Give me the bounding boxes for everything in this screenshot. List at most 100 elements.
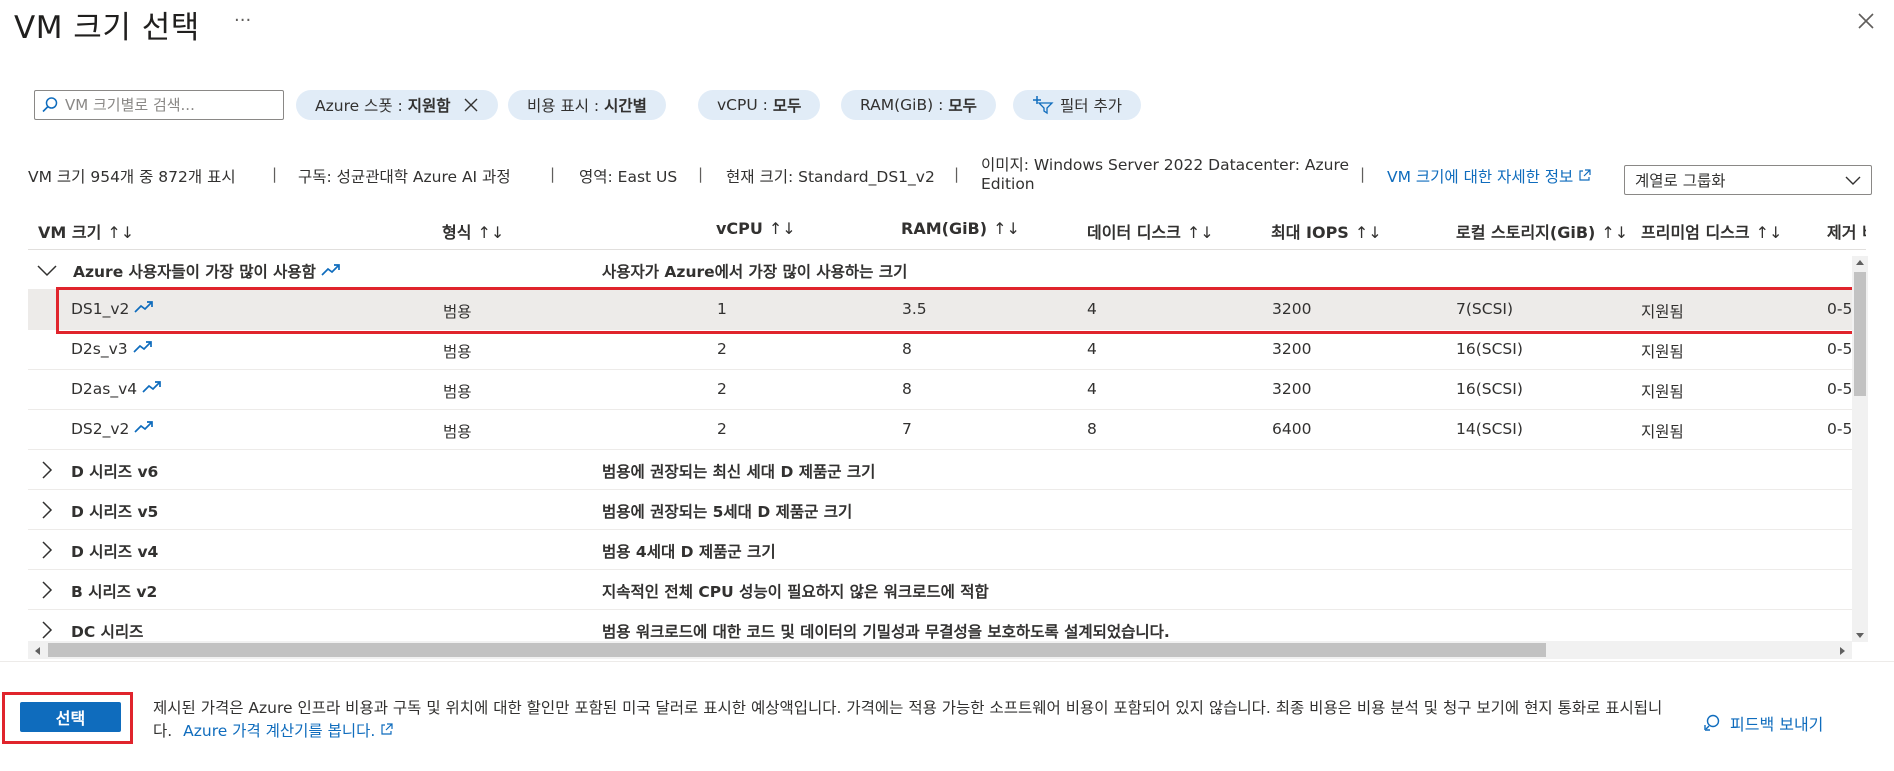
region: 영역: East US xyxy=(579,168,678,186)
more-options-button[interactable]: ··· xyxy=(234,10,251,31)
group-row-most-used[interactable]: Azure 사용자들이 가장 많이 사용함 사용자가 Azure에서 가장 많이… xyxy=(28,250,1854,290)
close-button[interactable] xyxy=(1853,8,1879,34)
cell-size: D2s_v3 xyxy=(71,340,153,358)
column-header-data-disks[interactable]: 데이터 디스크 ↑↓ xyxy=(1087,219,1214,243)
horizontal-scroll-thumb[interactable] xyxy=(48,643,1546,657)
filter-pill-label: RAM(GiB) : xyxy=(860,96,944,114)
footer-divider xyxy=(0,661,1894,662)
chevron-right-icon[interactable] xyxy=(36,460,56,480)
cell-extra: 0-5 xyxy=(1827,380,1853,398)
add-filter-button[interactable]: 필터 추가 xyxy=(1013,90,1141,120)
image-info: 이미지: Windows Server 2022 Datacenter: Azu… xyxy=(981,153,1349,193)
vm-size-grid: VM 크기 ↑↓ 형식 ↑↓ vCPU ↑↓ RAM(GiB) ↑↓ 데이터 디스크 ↑↓… xyxy=(28,208,1866,643)
remove-filter-icon[interactable] xyxy=(463,97,479,113)
trending-icon xyxy=(133,341,152,353)
cell-ram: 8 xyxy=(902,340,912,358)
filter-pill-spot[interactable]: Azure 스폿 : 지원함 xyxy=(296,90,498,120)
group-name: Azure 사용자들이 가장 많이 사용함 xyxy=(73,260,341,282)
cell-data-disks: 4 xyxy=(1087,300,1097,318)
send-feedback-link[interactable]: 피드백 보내기 xyxy=(1702,711,1823,735)
divider: | xyxy=(550,165,556,183)
divider: | xyxy=(954,165,960,183)
filter-pill-vcpu[interactable]: vCPU : 모두 xyxy=(698,90,821,120)
filter-pill-cost[interactable]: 비용 표시 : 시간별 xyxy=(508,90,666,120)
chevron-right-icon[interactable] xyxy=(36,540,56,560)
table-row-ds2-v2[interactable]: DS2_v2 범용 2 7 8 6400 14(SCSI) 지원됨 0-5 xyxy=(28,410,1854,450)
column-header-type[interactable]: 형식 ↑↓ xyxy=(442,219,504,243)
cell-vcpu: 2 xyxy=(717,420,727,438)
cell-ram: 8 xyxy=(902,380,912,398)
cell-local-storage: 7(SCSI) xyxy=(1456,300,1514,318)
image-info-line1: 이미지: Windows Server 2022 Datacenter: Azu… xyxy=(981,156,1350,174)
cell-max-iops: 3200 xyxy=(1272,300,1312,318)
select-button[interactable]: 선택 xyxy=(20,702,121,732)
group-description: 범용에 권장되는 최신 세대 D 제품군 크기 xyxy=(602,463,876,481)
feedback-label: 피드백 보내기 xyxy=(1730,715,1824,734)
cell-premium-disk: 지원됨 xyxy=(1641,423,1684,441)
chevron-right-icon[interactable] xyxy=(36,500,56,520)
scroll-left-icon[interactable] xyxy=(33,646,41,656)
price-calculator-link[interactable]: Azure 가격 계산기를 봅니다. xyxy=(183,722,393,740)
cell-vcpu: 2 xyxy=(717,340,727,358)
scroll-up-icon[interactable] xyxy=(1855,258,1865,266)
cell-extra: 0-5 xyxy=(1827,340,1853,358)
group-row-b-series-v2[interactable]: B 시리즈 v2 지속적인 전체 CPU 성능이 필요하지 않은 워크로드에 적… xyxy=(28,570,1854,610)
column-header-extra[interactable]: 제거 비 xyxy=(1827,219,1866,243)
current-size: 현재 크기: Standard_DS1_v2 xyxy=(726,168,935,186)
vm-count: VM 크기 954개 중 872개 표시 xyxy=(28,168,236,186)
group-name: D 시리즈 v6 xyxy=(71,463,159,481)
details-link-label: VM 크기에 대한 자세한 정보 xyxy=(1387,168,1574,186)
group-by-dropdown[interactable]: 계열로 그룹화 xyxy=(1624,165,1872,195)
column-header-local-storage[interactable]: 로컬 스토리지(GiB) ↑↓ xyxy=(1456,219,1628,243)
scroll-down-icon[interactable] xyxy=(1855,632,1865,640)
external-link-icon xyxy=(381,723,393,735)
cell-local-storage: 14(SCSI) xyxy=(1456,420,1523,438)
cell-local-storage: 16(SCSI) xyxy=(1456,380,1523,398)
cell-premium-disk: 지원됨 xyxy=(1641,303,1684,321)
chevron-right-icon[interactable] xyxy=(36,620,56,640)
dialog-title: VM 크기 선택 xyxy=(14,10,200,46)
cell-data-disks: 4 xyxy=(1087,340,1097,358)
chevron-down-icon[interactable] xyxy=(36,260,58,280)
chevron-down-icon xyxy=(1845,176,1861,185)
column-header-premium-disk[interactable]: 프리미엄 디스크 ↑↓ xyxy=(1641,219,1782,243)
scroll-right-icon[interactable] xyxy=(1839,646,1847,656)
column-header-ram[interactable]: RAM(GiB) ↑↓ xyxy=(901,219,1020,238)
column-header-vcpu[interactable]: vCPU ↑↓ xyxy=(716,219,796,238)
trending-icon xyxy=(321,264,341,276)
group-description: 지속적인 전체 CPU 성능이 필요하지 않은 워크로드에 적합 xyxy=(602,583,989,601)
group-row-d-series-v5[interactable]: D 시리즈 v5 범용에 권장되는 5세대 D 제품군 크기 xyxy=(28,490,1854,530)
image-info-line2: Edition xyxy=(981,175,1035,193)
vertical-scroll-thumb[interactable] xyxy=(1854,272,1866,396)
cell-data-disks: 8 xyxy=(1087,420,1097,438)
filter-pill-value: 지원함 xyxy=(407,97,451,115)
grid-header: VM 크기 ↑↓ 형식 ↑↓ vCPU ↑↓ RAM(GiB) ↑↓ 데이터 디스크 ↑↓… xyxy=(28,208,1866,250)
filter-pill-label: 비용 표시 : xyxy=(527,97,600,115)
trending-icon xyxy=(134,301,154,313)
group-row-dc-series[interactable]: DC 시리즈 범용 워크로드에 대한 코드 및 데이터의 기밀성과 무결성을 보… xyxy=(28,610,1854,643)
table-row-d2as-v4[interactable]: D2as_v4 범용 2 8 4 3200 16(SCSI) 지원됨 0-5 xyxy=(28,370,1854,410)
filter-pill-label: Azure 스폿 : xyxy=(315,97,403,115)
filter-pill-value: 시간별 xyxy=(604,97,647,115)
chevron-right-icon[interactable] xyxy=(36,580,56,600)
search-box[interactable] xyxy=(34,90,284,120)
group-row-d-series-v6[interactable]: D 시리즈 v6 범용에 권장되는 최신 세대 D 제품군 크기 xyxy=(28,450,1854,490)
cell-vcpu: 2 xyxy=(717,380,727,398)
divider: | xyxy=(698,165,704,183)
column-header-size[interactable]: VM 크기 ↑↓ xyxy=(38,219,134,243)
table-row-ds1-v2[interactable]: DS1_v2 범용 1 3.5 4 3200 7(SCSI) 지원됨 0-5 xyxy=(28,290,1854,330)
table-row-d2s-v3[interactable]: D2s_v3 범용 2 8 4 3200 16(SCSI) 지원됨 0-5 xyxy=(28,330,1854,370)
group-name: D 시리즈 v4 xyxy=(71,543,159,561)
filter-pill-ram[interactable]: RAM(GiB) : 모두 xyxy=(841,90,996,120)
search-input[interactable] xyxy=(65,96,275,114)
vm-size-details-link[interactable]: VM 크기에 대한 자세한 정보 xyxy=(1387,165,1591,187)
add-filter-label: 필터 추가 xyxy=(1060,97,1122,115)
group-row-d-series-v4[interactable]: D 시리즈 v4 범용 4세대 D 제품군 크기 xyxy=(28,530,1854,570)
group-name: D 시리즈 v5 xyxy=(71,503,159,521)
cell-extra: 0-5 xyxy=(1827,420,1853,438)
divider: | xyxy=(1360,165,1366,183)
group-name: B 시리즈 v2 xyxy=(71,583,158,601)
column-header-max-iops[interactable]: 최대 IOPS ↑↓ xyxy=(1271,219,1382,243)
cell-vcpu: 1 xyxy=(717,300,727,318)
divider: | xyxy=(272,165,278,183)
